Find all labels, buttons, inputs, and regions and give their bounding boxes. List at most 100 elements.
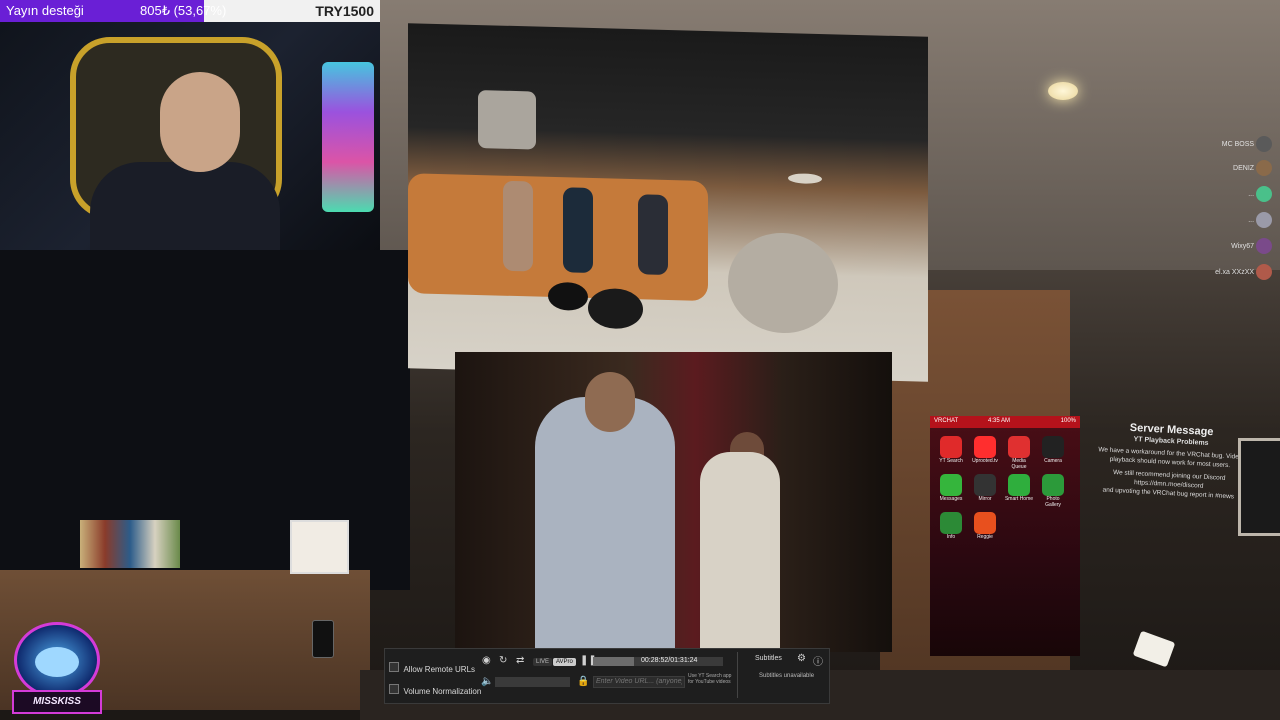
seek-fill bbox=[593, 657, 635, 666]
beanbag bbox=[728, 231, 838, 335]
loop-icon[interactable]: ⇄ bbox=[516, 655, 524, 666]
lock-icon[interactable]: 🔒 bbox=[577, 676, 589, 687]
avpro-mode-button[interactable]: AVPro bbox=[553, 658, 576, 666]
video-url-input[interactable] bbox=[593, 676, 685, 688]
ceiling-light bbox=[1048, 82, 1078, 100]
avatar bbox=[1256, 212, 1272, 228]
channel-logo bbox=[14, 622, 100, 698]
app-tile-reggie[interactable]: Reggie bbox=[970, 512, 1000, 540]
clock-label: 4:35 AM bbox=[988, 418, 1011, 424]
app-label: Reggie bbox=[977, 534, 993, 540]
app-icon bbox=[1008, 436, 1030, 458]
avatar bbox=[1256, 136, 1272, 152]
webcam-overlay bbox=[0, 22, 380, 250]
donation-amount: 805₺ (53,67%) bbox=[140, 3, 227, 18]
avatar-2 bbox=[563, 187, 593, 274]
volume-icon[interactable]: 🔈 bbox=[481, 676, 493, 687]
picture-frame bbox=[290, 520, 349, 574]
live-mode-button[interactable]: LIVE bbox=[533, 658, 553, 666]
app-label: Photo Gallery bbox=[1045, 496, 1061, 508]
nameplate[interactable]: Wixy67 bbox=[1160, 238, 1272, 254]
app-icon bbox=[940, 474, 962, 496]
subtitles-status: Subtitles unavailable bbox=[759, 673, 815, 679]
app-icon bbox=[974, 436, 996, 458]
app-icon bbox=[1008, 474, 1030, 496]
nameplate[interactable]: MC BOSS bbox=[1160, 136, 1272, 152]
battery-label: 100% bbox=[1060, 418, 1076, 424]
nameplate[interactable]: DENIZ bbox=[1160, 160, 1272, 176]
nameplate[interactable]: el.xa XXzXX bbox=[1160, 264, 1272, 280]
side-table bbox=[548, 281, 588, 311]
volume-normalization-label: Volume Normalization bbox=[403, 687, 482, 696]
checkbox[interactable] bbox=[389, 684, 399, 694]
app-label: Media Queue bbox=[1011, 458, 1027, 470]
app-tile-yt-search[interactable]: YT Search bbox=[936, 436, 966, 464]
man-figure bbox=[535, 397, 675, 652]
rgb-pc-case bbox=[322, 62, 374, 212]
nameplate[interactable]: ... bbox=[1160, 212, 1272, 228]
subtitles-label: Subtitles bbox=[755, 655, 782, 662]
avatar-1 bbox=[503, 180, 533, 272]
app-label: Mirror bbox=[978, 496, 992, 502]
donation-goal-bar: Yayın desteği 805₺ (53,67%) TRY1500 bbox=[0, 0, 380, 22]
mascot-face bbox=[35, 647, 79, 677]
video-player-screen[interactable] bbox=[455, 352, 892, 652]
divider bbox=[737, 652, 738, 698]
app-tile-photo-gallery[interactable]: Photo Gallery bbox=[1038, 474, 1068, 508]
allow-remote-urls-toggle[interactable]: Allow Remote URLs bbox=[389, 659, 475, 677]
app-label: YT Search bbox=[939, 458, 963, 464]
app-label: Camera bbox=[1044, 458, 1062, 464]
avatar bbox=[1256, 160, 1272, 176]
gear-icon[interactable]: ⚙ bbox=[797, 653, 806, 664]
avatar bbox=[1256, 264, 1272, 280]
app-tile-media-queue[interactable]: Media Queue bbox=[1004, 436, 1034, 470]
app-icon bbox=[974, 512, 996, 534]
books bbox=[80, 520, 180, 568]
app-icon bbox=[940, 436, 962, 458]
app-icon bbox=[974, 474, 996, 496]
yt-search-hint: Use YT Search app for YouTube videos bbox=[688, 673, 732, 685]
brand-label: VRCHAT bbox=[934, 418, 959, 424]
app-launcher-header: VRCHAT 4:35 AM 100% bbox=[930, 416, 1080, 428]
allow-remote-urls-label: Allow Remote URLs bbox=[403, 665, 476, 674]
volume-slider[interactable] bbox=[495, 677, 570, 687]
app-label: Smart Home bbox=[1004, 496, 1034, 502]
streamer-head bbox=[160, 72, 240, 172]
app-tile-uprooted-tv[interactable]: Uprooted.tv bbox=[970, 436, 1000, 464]
floor-lamp bbox=[788, 173, 822, 185]
nameplate-label: ... bbox=[1248, 216, 1255, 224]
avatar-3 bbox=[638, 194, 668, 275]
avatar bbox=[1256, 238, 1272, 254]
app-tile-info[interactable]: Info bbox=[936, 512, 966, 540]
time-readout: 00:28:52/01:31:24 bbox=[641, 657, 698, 664]
reload-icon[interactable]: ↻ bbox=[499, 655, 507, 666]
app-tile-camera[interactable]: Camera bbox=[1038, 436, 1068, 464]
app-label: Info bbox=[946, 534, 956, 540]
nameplate-label: MC BOSS bbox=[1221, 140, 1255, 148]
checkbox[interactable] bbox=[389, 662, 399, 672]
phone-icon[interactable] bbox=[312, 620, 334, 658]
coffee-table bbox=[588, 287, 643, 330]
server-message-panel: Server Message YT Playback Problems We h… bbox=[1083, 420, 1257, 503]
cushion bbox=[478, 90, 536, 150]
nameplate-label: DENIZ bbox=[1233, 164, 1255, 172]
info-icon[interactable]: ⓘ bbox=[813, 653, 823, 668]
avatar bbox=[1256, 186, 1272, 202]
video-player-controls: Allow Remote URLs Volume Normalization ◉… bbox=[384, 648, 830, 704]
living-room-screen bbox=[408, 23, 928, 382]
app-label: Uprooted.tv bbox=[972, 458, 998, 464]
app-icon bbox=[940, 512, 962, 534]
stop-icon[interactable]: ◉ bbox=[482, 655, 491, 666]
nameplate[interactable]: ... bbox=[1160, 186, 1272, 202]
app-tile-smart-home[interactable]: Smart Home bbox=[1004, 474, 1034, 502]
app-icon bbox=[1042, 436, 1064, 458]
app-tile-messages[interactable]: Messages bbox=[936, 474, 966, 502]
app-tile-mirror[interactable]: Mirror bbox=[970, 474, 1000, 502]
donation-goal: TRY1500 bbox=[315, 3, 374, 19]
streamer-body bbox=[90, 162, 280, 250]
nameplate-label: el.xa XXzXX bbox=[1215, 268, 1255, 276]
nameplate-label: ... bbox=[1248, 190, 1255, 198]
donation-label: Yayın desteği bbox=[6, 3, 84, 18]
seek-bar[interactable]: 00:28:52/01:31:24 bbox=[593, 657, 723, 666]
volume-normalization-toggle[interactable]: Volume Normalization bbox=[389, 681, 481, 699]
